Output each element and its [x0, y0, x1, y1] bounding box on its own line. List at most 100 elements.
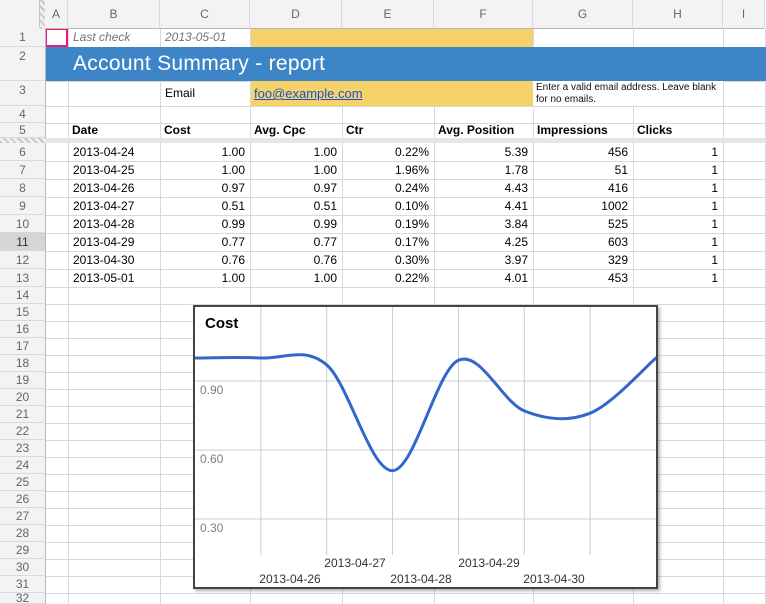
table-cell[interactable]: 0.19%: [342, 215, 434, 233]
row-header[interactable]: 5: [0, 123, 46, 138]
table-cell[interactable]: 456: [533, 143, 633, 161]
row-header[interactable]: 24: [0, 457, 46, 474]
table-cell[interactable]: 0.10%: [342, 197, 434, 215]
table-cell[interactable]: 0.97: [250, 179, 342, 197]
table-cell[interactable]: 2013-04-24: [68, 143, 160, 161]
row-header[interactable]: 13: [0, 269, 46, 287]
table-cell[interactable]: 0.97: [160, 179, 250, 197]
table-cell[interactable]: 0.99: [250, 215, 342, 233]
table-cell[interactable]: 0.77: [250, 233, 342, 251]
table-header-cell[interactable]: Ctr: [342, 123, 434, 138]
table-cell[interactable]: 0.17%: [342, 233, 434, 251]
row-header[interactable]: 4: [0, 106, 46, 123]
table-cell[interactable]: 2013-05-01: [68, 269, 160, 287]
table-cell[interactable]: 1: [633, 143, 723, 161]
table-cell[interactable]: 2013-04-26: [68, 179, 160, 197]
table-cell[interactable]: 0.24%: [342, 179, 434, 197]
table-header-cell[interactable]: Date: [68, 123, 160, 138]
table-header-cell[interactable]: Avg. Position: [434, 123, 533, 138]
table-cell[interactable]: 2013-04-28: [68, 215, 160, 233]
table-cell[interactable]: 0.77: [160, 233, 250, 251]
table-cell[interactable]: 453: [533, 269, 633, 287]
table-cell[interactable]: 0.76: [160, 251, 250, 269]
row-header[interactable]: 30: [0, 559, 46, 576]
table-cell[interactable]: 0.22%: [342, 269, 434, 287]
table-cell[interactable]: 2013-04-25: [68, 161, 160, 179]
table-cell[interactable]: 51: [533, 161, 633, 179]
table-cell[interactable]: 1.96%: [342, 161, 434, 179]
cell-email-label[interactable]: Email: [160, 81, 250, 106]
table-cell[interactable]: 1: [633, 233, 723, 251]
table-cell[interactable]: 2013-04-30: [68, 251, 160, 269]
row-header[interactable]: 10: [0, 215, 46, 233]
table-cell[interactable]: 2013-04-29: [68, 233, 160, 251]
table-cell[interactable]: 0.76: [250, 251, 342, 269]
column-header[interactable]: G: [533, 0, 633, 29]
table-cell[interactable]: 1.00: [250, 269, 342, 287]
row-header[interactable]: 19: [0, 372, 46, 389]
row-header[interactable]: 27: [0, 508, 46, 525]
cost-chart[interactable]: Cost 0.300.600.902013-04-262013-04-27201…: [193, 305, 658, 589]
cell-last-check-label[interactable]: Last check: [68, 28, 160, 47]
row-header[interactable]: 21: [0, 406, 46, 423]
column-header[interactable]: E: [342, 0, 434, 29]
table-cell[interactable]: 4.41: [434, 197, 533, 215]
table-cell[interactable]: 3.84: [434, 215, 533, 233]
row-header[interactable]: 2: [0, 47, 46, 81]
yellow-input-cell[interactable]: [251, 28, 533, 47]
table-cell[interactable]: 1.00: [160, 143, 250, 161]
email-note[interactable]: Enter a valid email address. Leave blank…: [533, 81, 723, 106]
banner-cell[interactable]: Account Summary - report: [45, 47, 766, 81]
table-header-cell[interactable]: Impressions: [533, 123, 633, 138]
table-cell[interactable]: 4.43: [434, 179, 533, 197]
table-cell[interactable]: 0.99: [160, 215, 250, 233]
sheet-corner[interactable]: [0, 0, 40, 29]
table-cell[interactable]: 1.00: [160, 161, 250, 179]
column-header[interactable]: F: [434, 0, 533, 29]
table-cell[interactable]: 1.00: [250, 143, 342, 161]
row-header[interactable]: 25: [0, 474, 46, 491]
row-header[interactable]: 26: [0, 491, 46, 508]
email-link[interactable]: foo@example.com: [251, 81, 533, 106]
row-header[interactable]: 22: [0, 423, 46, 440]
row-header[interactable]: 3: [0, 81, 46, 106]
row-header[interactable]: 17: [0, 338, 46, 355]
table-cell[interactable]: 1002: [533, 197, 633, 215]
row-header[interactable]: 1: [0, 28, 46, 47]
table-cell[interactable]: 1: [633, 215, 723, 233]
row-header[interactable]: 16: [0, 321, 46, 338]
column-header[interactable]: A: [45, 0, 68, 29]
table-cell[interactable]: 5.39: [434, 143, 533, 161]
table-cell[interactable]: 0.51: [250, 197, 342, 215]
table-cell[interactable]: 1: [633, 179, 723, 197]
row-header[interactable]: 18: [0, 355, 46, 372]
table-cell[interactable]: 0.30%: [342, 251, 434, 269]
row-header[interactable]: 11: [0, 233, 46, 251]
row-header[interactable]: 29: [0, 542, 46, 559]
column-header[interactable]: B: [68, 0, 160, 29]
row-header[interactable]: 6: [0, 143, 46, 161]
table-cell[interactable]: 1.78: [434, 161, 533, 179]
row-header[interactable]: 7: [0, 161, 46, 179]
row-header[interactable]: 9: [0, 197, 46, 215]
row-header[interactable]: 12: [0, 251, 46, 269]
column-header[interactable]: D: [250, 0, 342, 29]
table-cell[interactable]: 1.00: [250, 161, 342, 179]
row-header[interactable]: 8: [0, 179, 46, 197]
column-header[interactable]: C: [160, 0, 250, 29]
column-header[interactable]: H: [633, 0, 723, 29]
table-header-cell[interactable]: Clicks: [633, 123, 723, 138]
frozen-cols-divider[interactable]: [40, 0, 45, 29]
row-header[interactable]: 28: [0, 525, 46, 542]
table-cell[interactable]: 329: [533, 251, 633, 269]
row-header[interactable]: 23: [0, 440, 46, 457]
table-cell[interactable]: 1.00: [160, 269, 250, 287]
cell-last-check-date[interactable]: 2013-05-01: [160, 28, 250, 47]
table-cell[interactable]: 1: [633, 269, 723, 287]
table-cell[interactable]: 0.51: [160, 197, 250, 215]
table-cell[interactable]: 525: [533, 215, 633, 233]
table-cell[interactable]: 2013-04-27: [68, 197, 160, 215]
table-cell[interactable]: 603: [533, 233, 633, 251]
table-header-cell[interactable]: Cost: [160, 123, 250, 138]
table-cell[interactable]: 4.25: [434, 233, 533, 251]
